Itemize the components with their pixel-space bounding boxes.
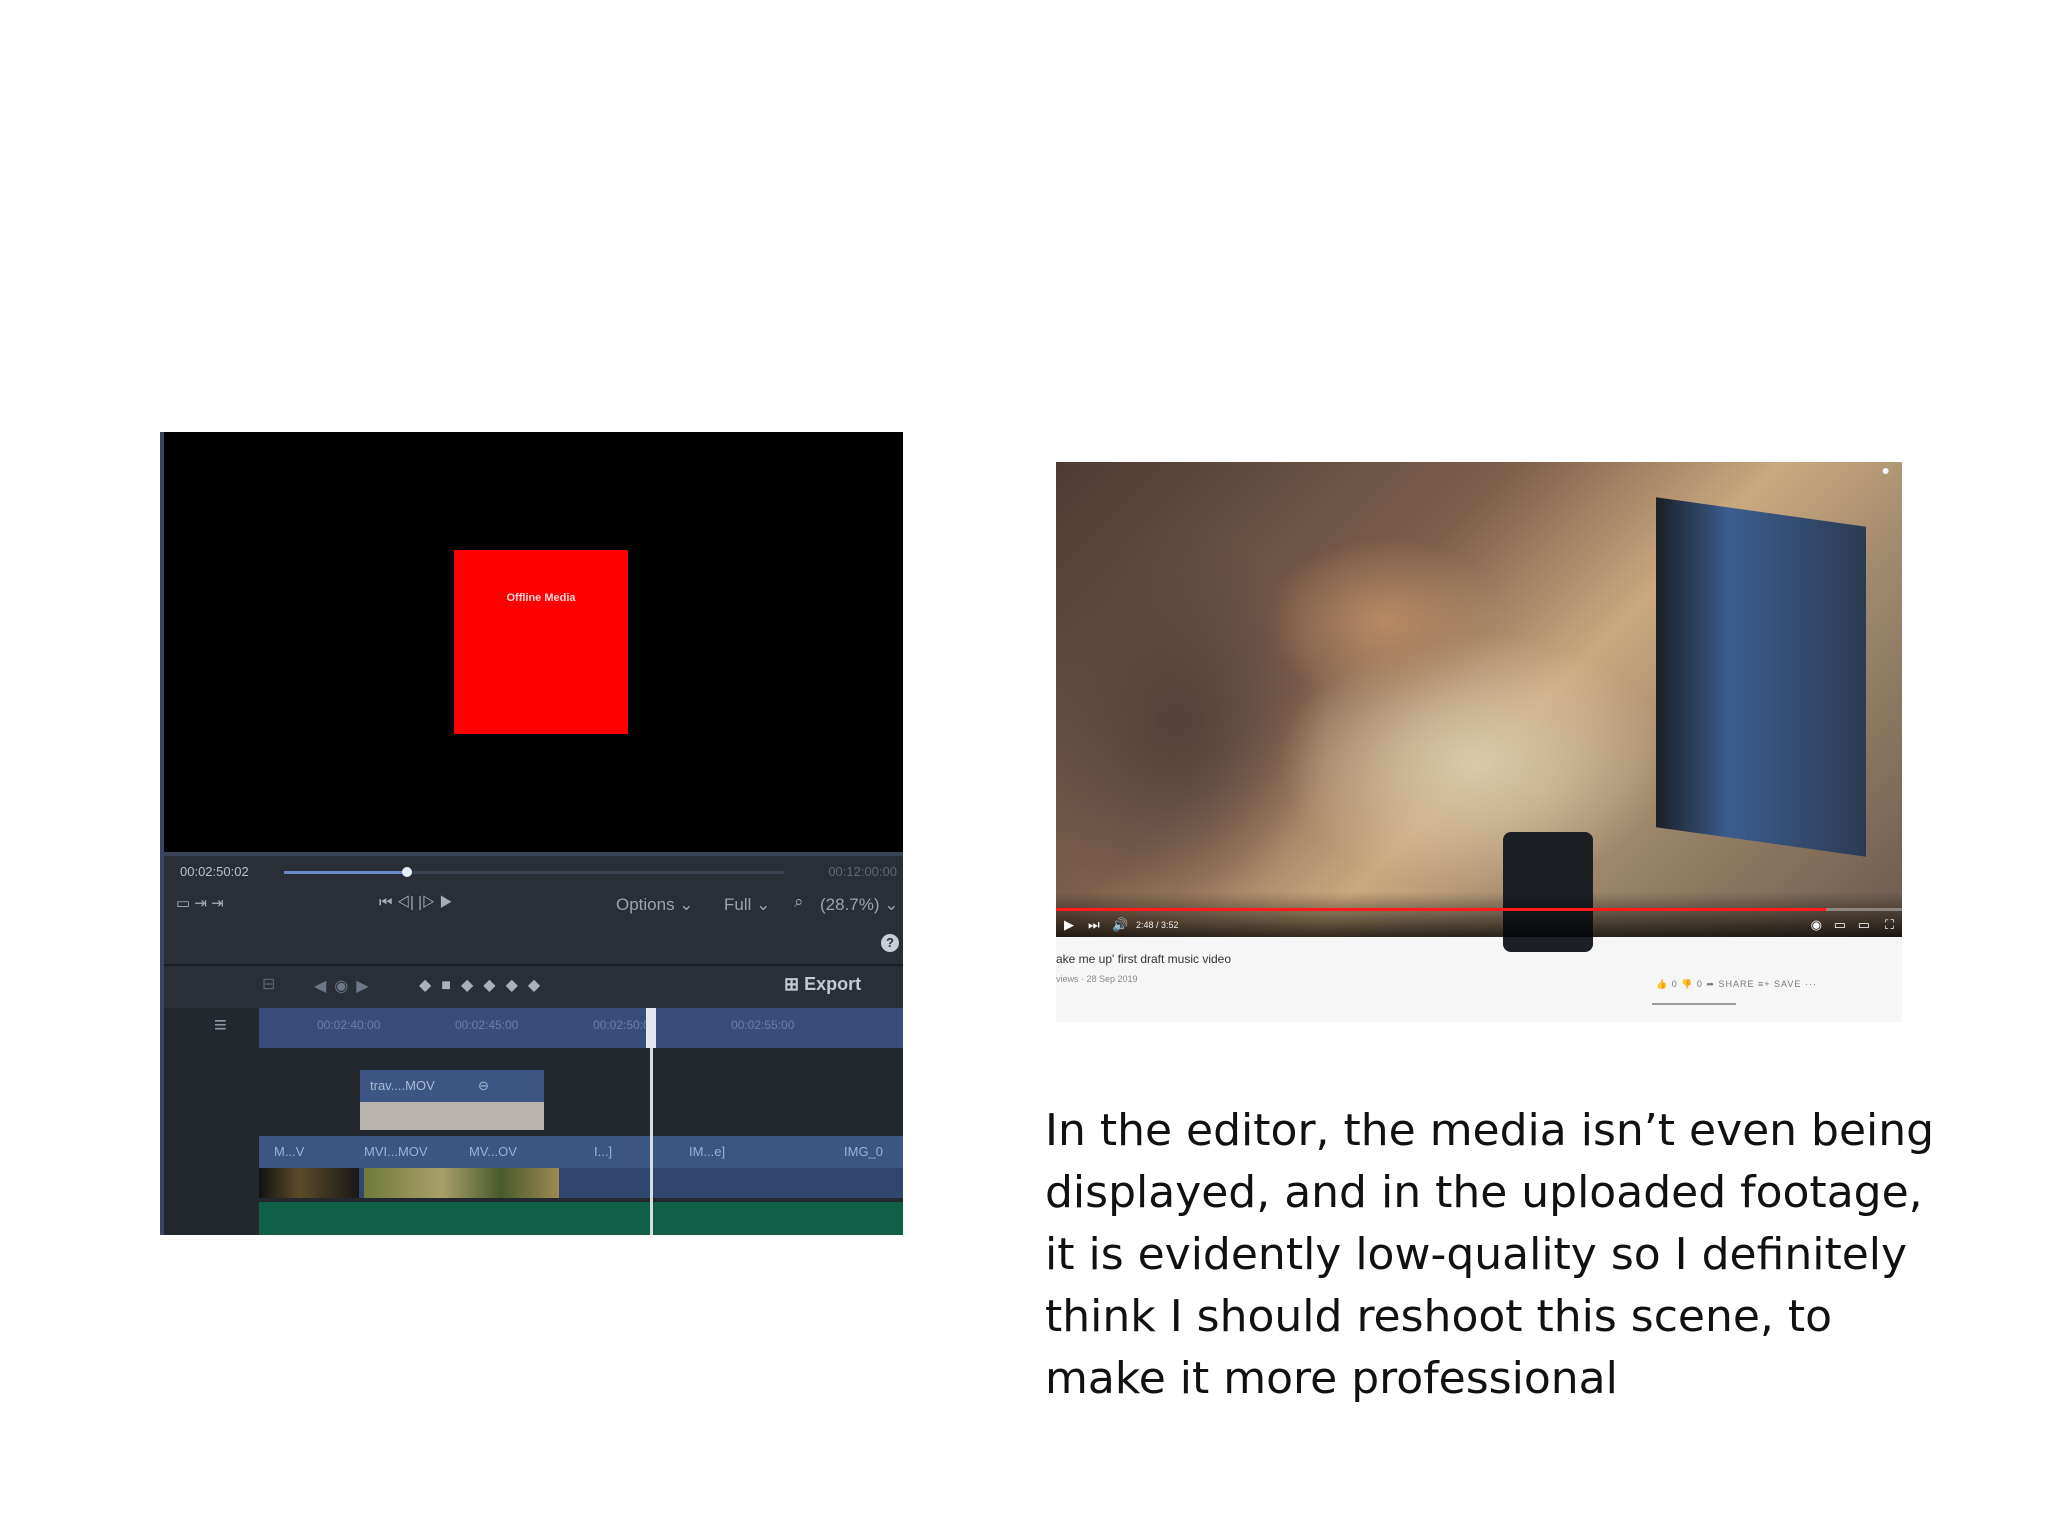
clip-label: trav....MOV — [370, 1078, 435, 1093]
volume-icon[interactable]: 🔊 — [1112, 917, 1128, 933]
playhead-handle[interactable] — [646, 1008, 656, 1048]
keyframe-tool-icons[interactable]: ◆■◆◆◆◆ — [419, 975, 550, 995]
editor-screenshot: Offline Media 00:02:50:02 00:12:00:00 ▭ … — [160, 432, 903, 1235]
clip-thumbnail — [364, 1168, 559, 1198]
edit-tool-icons[interactable]: ◀◉▶ — [314, 976, 377, 996]
lock-icon[interactable]: ⊟ — [262, 974, 275, 994]
caption-line: it is evidently low-quality so I definit… — [1045, 1229, 1908, 1280]
quality-dropdown[interactable]: Full ⌄ — [724, 895, 770, 915]
timeline-toolbar: ⊟ ◀◉▶ ◆■◆◆◆◆ ⊞ Export — [164, 966, 903, 1008]
video-clip[interactable]: I...] — [594, 1144, 612, 1159]
offline-media-label: Offline Media — [506, 592, 576, 604]
zoom-dropdown[interactable]: (28.7%) ⌄ — [820, 895, 899, 915]
end-timecode: 00:12:00:00 — [828, 864, 897, 879]
options-dropdown[interactable]: Options ⌄ — [616, 895, 694, 915]
ruler-label: 00:02:55:00 — [731, 1018, 795, 1032]
video-progress-played — [1056, 908, 1826, 911]
caption-line: displayed, and in the uploaded footage, — [1045, 1167, 1923, 1218]
help-icon[interactable]: ? — [881, 934, 899, 952]
view-toggle-icons[interactable]: ▭ ⇥ ⇥ — [176, 894, 224, 912]
playback-controls[interactable]: ⏮ ◁| |▷ ▶ — [379, 894, 453, 911]
scrub-handle[interactable] — [402, 867, 412, 877]
video-frame[interactable]: ● — [1056, 462, 1902, 952]
scene-object — [1656, 497, 1866, 857]
miniplayer-icon[interactable]: ▭ — [1834, 917, 1846, 933]
video-clip[interactable]: IM...e] — [689, 1144, 725, 1159]
video-time: 2:48 / 3:52 — [1136, 920, 1179, 930]
link-icon: ⊖ — [478, 1078, 489, 1093]
caption-line: make it more professional — [1045, 1353, 1618, 1404]
offline-media-placeholder: Offline Media — [454, 550, 628, 734]
caption-line: In the editor, the media isn’t even bein… — [1045, 1105, 1935, 1156]
autoplay-icon[interactable]: ◉ — [1811, 917, 1822, 933]
caption-text: In the editor, the media isn’t even bein… — [1045, 1100, 1945, 1410]
caption-line: think I should reshoot this scene, to — [1045, 1291, 1833, 1342]
video-actions[interactable]: 👍 0 👎 0 ➦ SHARE ≡+ SAVE ··· — [1656, 979, 1817, 990]
menu-icon[interactable]: ≡ — [214, 1012, 227, 1038]
theater-icon[interactable]: ▭ — [1858, 917, 1870, 933]
overlay-clip-thumbnails — [360, 1102, 544, 1130]
ruler-label: 00:02:45:00 — [455, 1018, 519, 1032]
fullscreen-icon[interactable]: ⛶ — [1885, 917, 1894, 933]
info-icon[interactable]: ● — [1882, 462, 1890, 478]
video-clip[interactable]: IMG_0 — [844, 1144, 883, 1159]
panel-separator: ? — [164, 926, 903, 966]
video-clip[interactable]: M...V — [274, 1144, 304, 1159]
preview-viewer: Offline Media — [164, 432, 903, 856]
export-icon: ⊞ — [784, 974, 805, 994]
video-title: ake me up' first draft music video — [1056, 952, 1232, 966]
current-timecode: 00:02:50:02 — [180, 864, 249, 879]
audio-track[interactable] — [259, 1202, 903, 1235]
scrub-bar: 00:02:50:02 00:12:00:00 — [164, 856, 903, 886]
export-label: Export — [804, 974, 862, 994]
zoom-icon[interactable]: ⌕ — [794, 892, 804, 912]
ruler-label: 00:02:40:00 — [317, 1018, 381, 1032]
like-bar — [1652, 1003, 1736, 1005]
video-controls — [1056, 892, 1902, 937]
video-clip[interactable]: MV...OV — [469, 1144, 517, 1159]
transport-controls: ▭ ⇥ ⇥ ⏮ ◁| |▷ ▶ Options ⌄ Full ⌄ ⌕ (28.7… — [164, 886, 903, 926]
clip-thumbnail — [259, 1168, 359, 1198]
overlay-clip[interactable]: trav....MOV ⊖ — [360, 1070, 544, 1102]
video-track[interactable] — [259, 1136, 903, 1168]
video-screenshot: ● ▶ ⏭ 🔊 2:48 / 3:52 ◉ ▭ ▭ ⛶ ake me up' f… — [1056, 462, 1902, 1022]
scrub-progress — [284, 871, 406, 874]
video-clip[interactable]: MVI...MOV — [364, 1144, 428, 1159]
next-icon[interactable]: ⏭ — [1088, 917, 1100, 933]
video-meta: views · 28 Sep 2019 — [1056, 974, 1138, 984]
export-button[interactable]: ⊞ Export — [784, 974, 861, 995]
timeline-ruler[interactable]: 00:02:40:00 00:02:45:00 00:02:50:00 00:0… — [259, 1008, 903, 1048]
play-icon[interactable]: ▶ — [1064, 917, 1074, 933]
